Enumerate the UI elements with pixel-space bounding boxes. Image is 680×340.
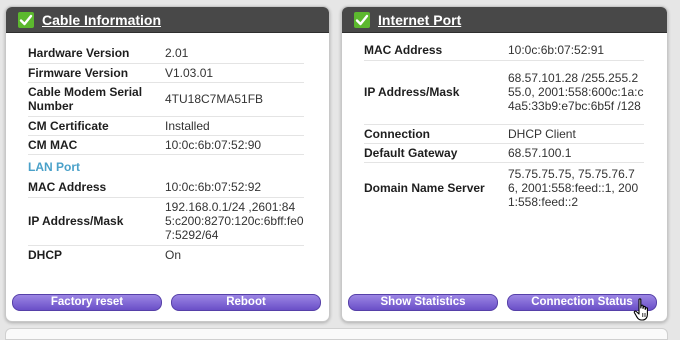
- table-row: Firmware Version V1.03.01: [28, 63, 304, 83]
- table-row: Hardware Version 2.01: [28, 44, 304, 64]
- show-statistics-button[interactable]: Show Statistics: [348, 294, 498, 311]
- panel-header: Cable Information: [6, 7, 329, 33]
- table-row: Connection DHCP Client: [364, 124, 644, 144]
- table-row: IP Address/Mask 68.57.101.28 /255.255.25…: [364, 60, 644, 125]
- row-label: DHCP: [28, 248, 63, 263]
- lan-port-table: MAC Address 10:0c:6b:07:52:92 IP Address…: [28, 177, 304, 265]
- panel-header: Internet Port: [342, 7, 667, 33]
- table-row: Cable Modem Serial Number 4TU18C7MA51FB: [28, 82, 304, 117]
- row-label: Connection: [364, 124, 505, 144]
- table-row: Default Gateway 68.57.100.1: [364, 143, 644, 163]
- table-row: CM Certificate Installed: [28, 116, 304, 136]
- row-value: 192.168.0.1/24 ,2601:845:c200:8270:120c:…: [162, 197, 304, 246]
- cable-information-panel: Cable Information Hardware Version 2.01 …: [5, 6, 330, 322]
- reboot-button[interactable]: Reboot: [171, 294, 321, 311]
- row-label: MAC Address: [364, 40, 505, 61]
- checkmark-icon: [354, 11, 370, 28]
- row-label: IP Address/Mask: [28, 197, 162, 246]
- row-label: MAC Address: [28, 177, 162, 198]
- row-label: Hardware Version: [28, 44, 162, 64]
- row-value: 75.75.75.75, 75.75.76.76, 2001:558:feed:…: [508, 167, 639, 210]
- cable-information-title[interactable]: Cable Information: [42, 12, 161, 28]
- internet-port-panel: Internet Port MAC Address 10:0c:6b:07:52…: [341, 6, 668, 322]
- factory-reset-button[interactable]: Factory reset: [12, 294, 162, 311]
- row-label: Default Gateway: [364, 143, 505, 163]
- bottom-panel-edge: [5, 328, 668, 340]
- row-value: On: [165, 248, 182, 263]
- row-value: 68.57.101.28 /255.255.255.0, 2001:558:60…: [505, 60, 644, 125]
- internet-port-table: MAC Address 10:0c:6b:07:52:91 IP Address…: [364, 40, 644, 214]
- checkmark-icon: [18, 11, 34, 28]
- row-value: 4TU18C7MA51FB: [162, 82, 304, 117]
- table-row: DHCP On: [28, 245, 304, 265]
- row-value: V1.03.01: [162, 63, 304, 83]
- row-label: CM Certificate: [28, 116, 162, 136]
- row-label: Cable Modem Serial Number: [28, 82, 162, 117]
- table-row: CM MAC 10:0c:6b:07:52:90: [28, 135, 304, 155]
- row-label: Firmware Version: [28, 63, 162, 83]
- row-value: 10:0c:6b:07:52:91: [505, 40, 644, 61]
- row-label: CM MAC: [28, 135, 162, 155]
- cable-info-table: Hardware Version 2.01 Firmware Version V…: [28, 44, 304, 155]
- row-value: 10:0c:6b:07:52:92: [162, 177, 304, 198]
- row-value: DHCP Client: [505, 124, 644, 144]
- row-value: 10:0c:6b:07:52:90: [162, 135, 304, 155]
- row-label: Domain Name Server: [364, 181, 485, 196]
- table-row: MAC Address 10:0c:6b:07:52:91: [364, 40, 644, 61]
- row-value: 68.57.100.1: [505, 143, 644, 163]
- hand-pointer-cursor-icon: [633, 298, 648, 321]
- row-value: 2.01: [162, 44, 304, 64]
- lan-port-heading: LAN Port: [28, 160, 80, 174]
- table-row: MAC Address 10:0c:6b:07:52:92: [28, 177, 304, 198]
- row-value: Installed: [162, 116, 304, 136]
- table-row: IP Address/Mask 192.168.0.1/24 ,2601:845…: [28, 197, 304, 246]
- internet-port-title[interactable]: Internet Port: [378, 12, 461, 28]
- table-row: Domain Name Server 75.75.75.75, 75.75.76…: [364, 162, 644, 214]
- row-label: IP Address/Mask: [364, 60, 505, 125]
